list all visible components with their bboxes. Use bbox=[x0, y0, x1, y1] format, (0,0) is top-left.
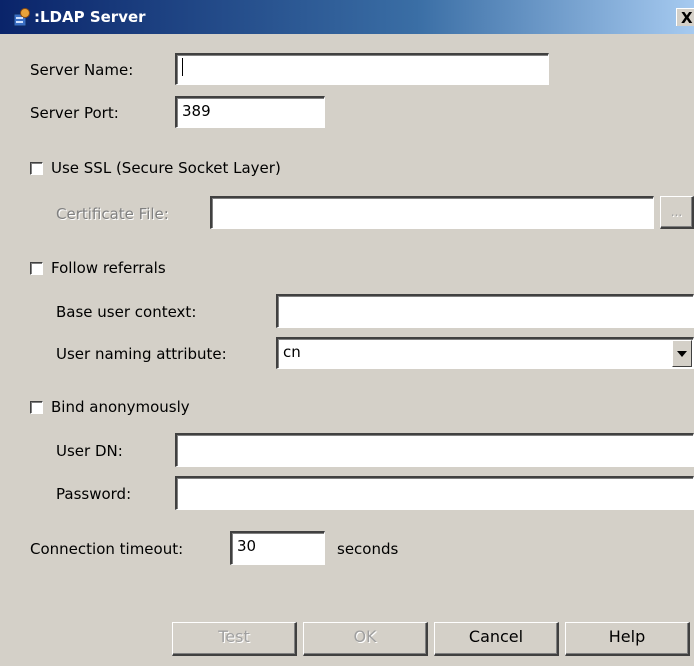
text-caret bbox=[182, 58, 183, 76]
timeout-unit-label: seconds bbox=[337, 540, 399, 558]
user-naming-attribute-label: User naming attribute: bbox=[56, 345, 227, 363]
server-name-label: Server Name: bbox=[30, 61, 134, 79]
connection-timeout-input[interactable]: 30 bbox=[230, 531, 325, 565]
user-dn-label: User DN: bbox=[56, 442, 123, 460]
title-bar: :LDAP Server X bbox=[0, 0, 694, 34]
ldap-app-icon bbox=[13, 8, 30, 27]
window-title: :LDAP Server bbox=[34, 8, 146, 26]
use-ssl-label[interactable]: Use SSL (Secure Socket Layer) bbox=[51, 158, 281, 178]
dropdown-button[interactable] bbox=[672, 340, 692, 367]
certificate-browse-button: ... bbox=[660, 196, 694, 229]
bind-anonymously-label[interactable]: Bind anonymously bbox=[51, 397, 190, 417]
server-name-input[interactable] bbox=[175, 53, 549, 85]
close-button[interactable]: X bbox=[676, 8, 694, 27]
connection-timeout-label: Connection timeout: bbox=[30, 540, 184, 558]
base-user-context-input[interactable] bbox=[276, 294, 694, 328]
bind-anonymously-checkbox[interactable] bbox=[30, 401, 43, 414]
password-label: Password: bbox=[56, 485, 132, 503]
test-button[interactable]: Test bbox=[172, 622, 297, 656]
user-dn-input[interactable] bbox=[175, 433, 694, 467]
certificate-file-input bbox=[210, 196, 654, 229]
cancel-button[interactable]: Cancel bbox=[434, 622, 559, 656]
base-user-context-label: Base user context: bbox=[56, 303, 197, 321]
server-port-label: Server Port: bbox=[30, 104, 119, 122]
chevron-down-icon bbox=[677, 351, 687, 357]
server-port-input[interactable]: 389 bbox=[175, 96, 325, 128]
certificate-file-label: Certificate File: bbox=[56, 205, 169, 223]
follow-referrals-label[interactable]: Follow referrals bbox=[51, 258, 166, 278]
follow-referrals-checkbox[interactable] bbox=[30, 262, 43, 275]
use-ssl-checkbox[interactable] bbox=[30, 162, 43, 175]
user-naming-attribute-select[interactable]: cn bbox=[276, 337, 694, 369]
ok-button[interactable]: OK bbox=[303, 622, 428, 656]
password-input[interactable] bbox=[175, 476, 694, 510]
help-button[interactable]: Help bbox=[565, 622, 690, 656]
